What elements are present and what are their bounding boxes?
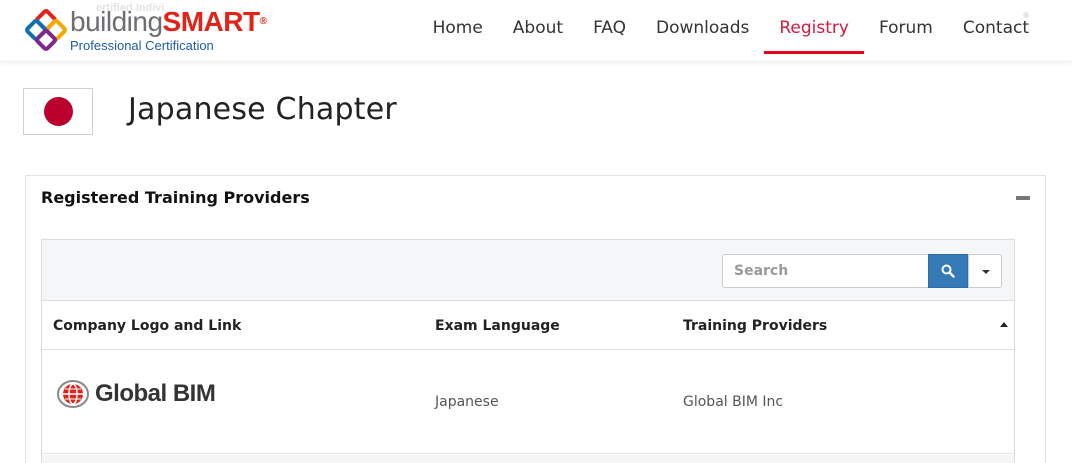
scroll-indicator	[1023, 12, 1029, 18]
search-input[interactable]	[722, 254, 928, 288]
company-logo-text: Global BIM	[95, 380, 216, 407]
cell-exam-language: Japanese	[435, 394, 499, 410]
japan-flag	[23, 88, 93, 135]
search-button[interactable]	[928, 254, 968, 288]
panel-title: Registered Training Providers	[41, 188, 310, 207]
main-nav: Home About FAQ Downloads Registry Forum …	[418, 0, 1044, 62]
providers-table: Company Logo and Link Exam Language Trai…	[41, 239, 1015, 463]
nav-contact[interactable]: Contact	[948, 0, 1044, 62]
cell-training-provider: Global BIM Inc	[683, 394, 784, 410]
company-logo-link[interactable]: Global BIM	[57, 379, 216, 409]
logo-subtitle: Professional Certification	[70, 38, 214, 53]
flag-sun-disc	[44, 97, 73, 126]
sort-asc-icon[interactable]	[1000, 322, 1008, 327]
nav-faq[interactable]: FAQ	[578, 0, 641, 62]
nav-forum[interactable]: Forum	[864, 0, 948, 62]
nav-home[interactable]: Home	[418, 0, 498, 62]
buildingsmart-logo[interactable]: ertified Indivi buildingSMART® Professio…	[24, 2, 274, 56]
nav-downloads[interactable]: Downloads	[641, 0, 764, 62]
nav-about[interactable]: About	[498, 0, 578, 62]
training-providers-panel: Registered Training Providers Company Lo…	[25, 175, 1046, 463]
table-row	[42, 455, 1014, 463]
minus-icon[interactable]	[1016, 196, 1030, 200]
globe-logo-icon	[57, 380, 89, 408]
table-row: Global BIM Japanese Global BIM Inc	[42, 350, 1014, 454]
logo-wordmark: buildingSMART®	[70, 6, 267, 37]
site-header: ertified Indivi buildingSMART® Professio…	[0, 0, 1072, 62]
column-header-exam-language[interactable]: Exam Language	[435, 318, 560, 334]
caret-down-icon	[982, 270, 990, 274]
page-title: Japanese Chapter	[128, 92, 397, 127]
nav-registry[interactable]: Registry	[764, 0, 864, 62]
search-options-dropdown[interactable]	[968, 254, 1002, 288]
search-icon	[941, 264, 955, 278]
logo-mark-icon	[25, 9, 67, 51]
table-toolbar	[42, 240, 1014, 301]
column-header-company[interactable]: Company Logo and Link	[53, 318, 241, 334]
column-header-training-providers[interactable]: Training Providers	[683, 318, 827, 334]
table-header: Company Logo and Link Exam Language Trai…	[42, 302, 1014, 350]
